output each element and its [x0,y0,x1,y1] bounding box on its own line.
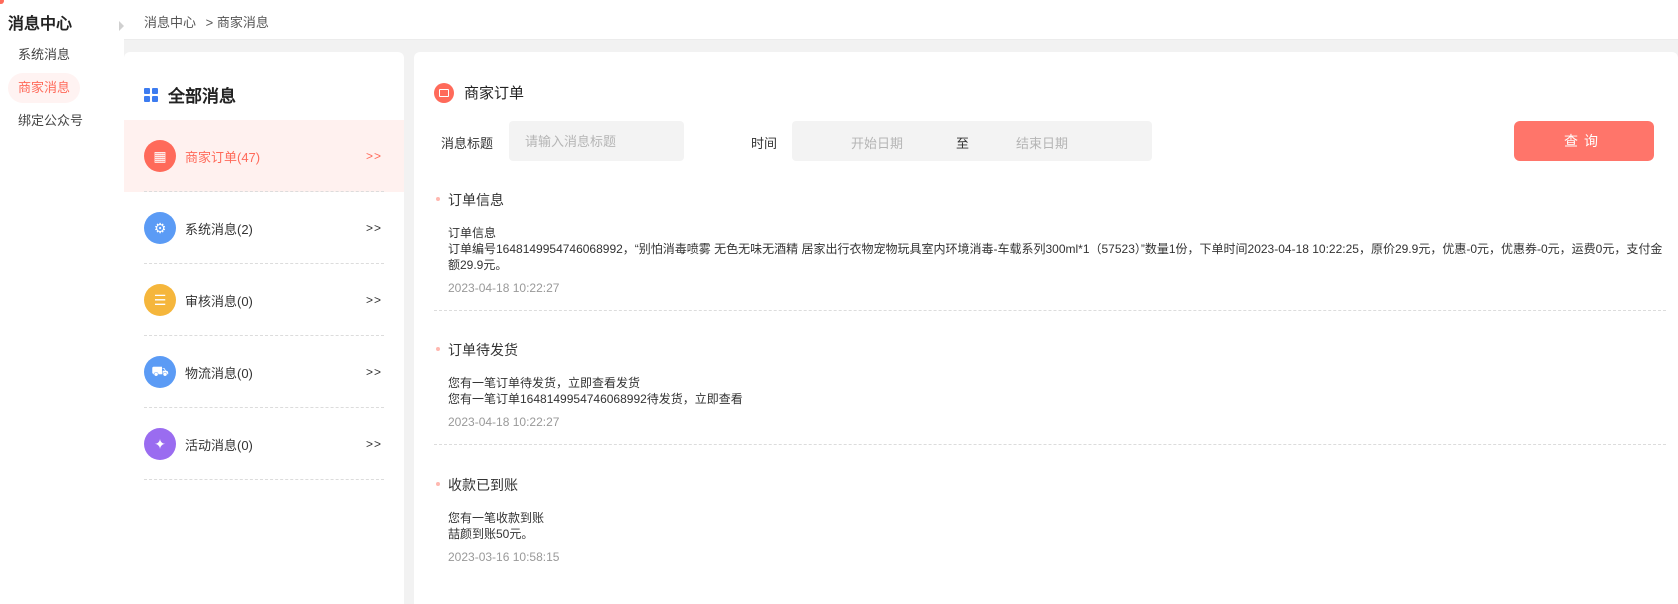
arrow-icon: >> [365,149,382,163]
message-line: 您有一笔订单1648149954746068992待发货，立即查看 [448,392,743,406]
app-title: 消息中心 [8,16,73,33]
message-line: 订单编号1648149954746068992，“别怕消毒喷雾 无色无味无酒精 … [448,242,1663,272]
date-range-picker[interactable]: 开始日期 至 结束日期 [792,121,1152,161]
message-title: 收款已到账 [434,475,1666,495]
arrow-icon: >> [365,365,382,379]
category-panel: 全部消息 ▦ 商家订单(47) >> ⚙ 系统消息(2) >> ☰ 审核消息(0… [124,52,404,604]
category-header-label: 全部消息 [168,87,236,106]
breadcrumb: 消息中心 > 商家消息 [144,12,275,31]
date-separator: 至 [956,136,970,151]
category-header: 全部消息 [144,82,236,107]
nav-item-merchant-messages[interactable]: 商家消息 [8,73,81,103]
message-item[interactable]: 订单待发货 您有一笔订单待发货，立即查看发货 您有一笔订单16481499547… [434,340,1666,445]
title-search-input[interactable] [509,121,684,161]
notification-dot [0,0,4,4]
message-time: 2023-04-18 10:22:27 [448,415,560,429]
truck-icon: ⛟ [144,356,176,388]
query-button[interactable]: 查询 [1514,121,1654,161]
start-date-input[interactable]: 开始日期 [851,133,903,152]
category-review-messages[interactable]: ☰ 审核消息(0) >> [124,264,404,336]
nav-item-system-messages[interactable]: 系统消息 [8,40,80,70]
message-item[interactable]: 收款已到账 您有一笔收款到账 喆颜到账50元。 2023-03-16 10:58… [434,475,1666,564]
arrow-icon: >> [365,437,382,451]
category-label: 系统消息(2) [185,221,253,237]
message-line: 您有一笔收款到账 [448,511,545,525]
shop-icon [434,82,454,103]
time-filter-label: 时间 [751,136,778,151]
message-time: 2023-03-16 10:58:15 [448,550,560,564]
category-logistics-messages[interactable]: ⛟ 物流消息(0) >> [124,336,404,408]
top-bar: 消息中心 > 商家消息 [124,0,1678,40]
breadcrumb-home[interactable]: 消息中心 [144,15,196,30]
message-title: 订单信息 [434,190,1666,210]
title-filter-label: 消息标题 [441,136,494,151]
arrow-icon: >> [365,293,382,307]
message-line: 喆颜到账50元。 [448,527,534,541]
nav-item-bind-official-account[interactable]: 绑定公众号 [8,106,93,136]
category-merchant-orders[interactable]: ▦ 商家订单(47) >> [124,120,404,192]
category-activity-messages[interactable]: ✦ 活动消息(0) >> [124,408,404,480]
grid-icon [144,87,158,102]
breadcrumb-current: > 商家消息 [205,15,269,30]
section-title: 商家订单 [434,82,524,103]
gift-icon: ✦ [144,428,176,460]
message-item[interactable]: 订单信息 订单信息 订单编号1648149954746068992，“别怕消毒喷… [434,190,1666,311]
message-line: 订单信息 [448,226,497,240]
document-icon: ☰ [144,284,176,316]
category-label: 审核消息(0) [185,293,253,309]
message-body: 您有一笔订单待发货，立即查看发货 您有一笔订单16481499547460689… [434,375,1666,407]
message-time: 2023-04-18 10:22:27 [448,281,560,295]
shop-icon: ▦ [144,140,176,172]
message-line: 您有一笔订单待发货，立即查看发货 [448,376,641,390]
arrow-icon: >> [365,221,382,235]
category-label: 活动消息(0) [185,437,253,453]
end-date-input[interactable]: 结束日期 [1016,133,1068,152]
message-panel: 商家订单 消息标题 时间 开始日期 至 结束日期 查询 订单信息 订单信息 订单… [414,52,1678,604]
category-label: 商家订单(47) [185,149,261,165]
category-label: 物流消息(0) [185,365,253,381]
message-body: 订单信息 订单编号1648149954746068992，“别怕消毒喷雾 无色无… [434,225,1666,273]
message-title: 订单待发货 [434,340,1666,360]
message-body: 您有一笔收款到账 喆颜到账50元。 [434,510,1666,542]
app-sidebar: 消息中心 系统消息 商家消息 绑定公众号 [0,0,124,604]
category-system-messages[interactable]: ⚙ 系统消息(2) >> [124,192,404,264]
section-title-label: 商家订单 [464,85,525,102]
monitor-gear-icon: ⚙ [144,212,176,244]
